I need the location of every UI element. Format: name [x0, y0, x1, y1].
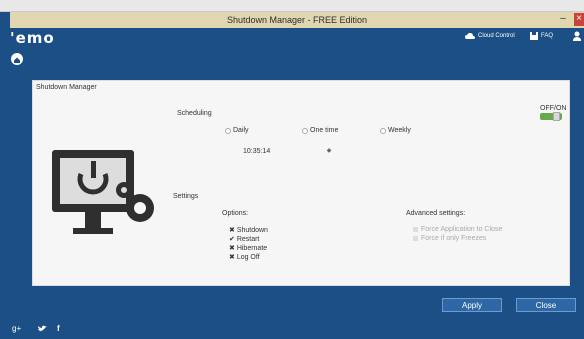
settings-label: Settings: [173, 193, 199, 200]
app-header: 'emo Cloud Control FAQ: [10, 28, 584, 48]
checkbox-log-off-label: Log Off: [236, 254, 260, 261]
radio-weekly-label: Weekly: [388, 127, 411, 134]
checkbox-force-freezes-label: Force if only Freezes: [421, 235, 487, 242]
checkbox-shutdown[interactable]: ✖ Shutdown: [229, 226, 268, 234]
google-plus-icon[interactable]: g+: [12, 324, 21, 333]
save-icon: [530, 32, 538, 40]
cloud-control-link[interactable]: Cloud Control: [478, 33, 515, 39]
title-bar: Shutdown Manager - FREE Edition – ×: [10, 12, 584, 28]
checkbox-force-close[interactable]: Force Application to Close: [413, 226, 502, 233]
window-title: Shutdown Manager - FREE Edition: [226, 15, 368, 25]
twitter-icon[interactable]: [38, 325, 47, 332]
apply-button[interactable]: Apply: [442, 298, 502, 312]
checkbox-hibernate[interactable]: ✖ Hibernate: [229, 244, 267, 252]
panel-title: Shutdown Manager: [36, 84, 97, 91]
facebook-icon[interactable]: f: [57, 324, 60, 333]
top-strip: [0, 0, 584, 12]
checkbox-restart[interactable]: ✔ Restart: [229, 235, 259, 243]
time-input[interactable]: 10:35:14: [240, 147, 290, 157]
time-spinner-icon[interactable]: ◆: [325, 146, 333, 156]
brand-logo: 'emo: [10, 29, 55, 47]
toggle-knob: [553, 112, 560, 121]
checkbox-hibernate-label: Hibernate: [236, 245, 268, 252]
minimize-button[interactable]: –: [558, 13, 568, 26]
close-window-button[interactable]: ×: [574, 13, 584, 26]
shutdown-monitor-icon: [52, 150, 154, 234]
radio-daily[interactable]: [225, 128, 231, 134]
off-on-label: OFF/ON: [540, 105, 567, 112]
options-label: Options:: [222, 210, 249, 217]
checkbox-shutdown-label: Shutdown: [236, 227, 268, 234]
radio-daily-label: Daily: [233, 127, 249, 134]
close-button[interactable]: Close: [516, 298, 576, 312]
faq-link[interactable]: FAQ: [541, 33, 553, 39]
radio-weekly[interactable]: [380, 128, 386, 134]
user-icon[interactable]: [573, 31, 581, 41]
window-left-edge: [0, 12, 10, 339]
scheduling-label: Scheduling: [177, 110, 212, 117]
checkbox-restart-label: Restart: [236, 236, 260, 243]
advanced-settings-label: Advanced settings:: [406, 210, 466, 217]
checkbox-log-off[interactable]: ✖ Log Off: [229, 253, 260, 261]
cloud-icon: [465, 33, 475, 39]
checkbox-force-close-label: Force Application to Close: [421, 226, 503, 233]
checkbox-force-freezes[interactable]: Force if only Freezes: [413, 235, 486, 242]
radio-one-time-label: One time: [310, 127, 339, 134]
time-value: 10:35:14: [243, 148, 271, 155]
home-icon[interactable]: [11, 53, 23, 65]
radio-one-time[interactable]: [302, 128, 308, 134]
